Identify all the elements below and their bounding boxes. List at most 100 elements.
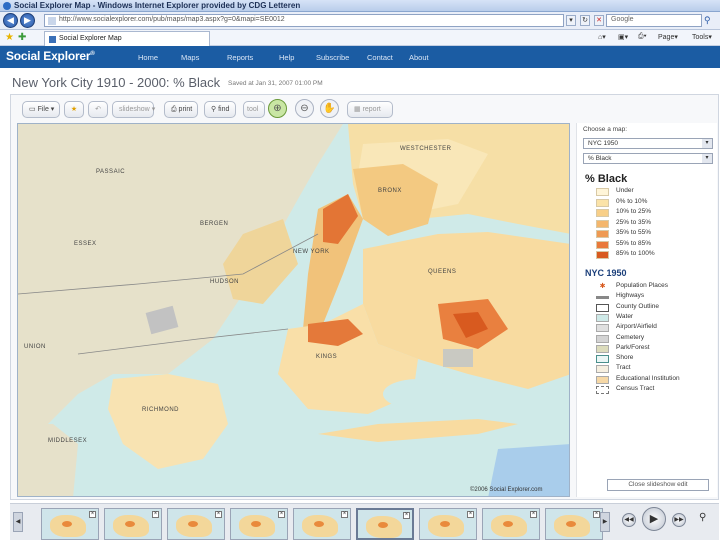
map-label-kings: KINGS	[316, 354, 338, 360]
nav-contact[interactable]: Contact	[367, 53, 393, 62]
find-button[interactable]: ⚲ find	[204, 101, 236, 118]
reference-swatch	[596, 296, 609, 300]
nav-maps[interactable]: Maps	[181, 53, 199, 62]
tab-label: Social Explorer Map	[59, 35, 122, 42]
reference-label: Highways	[616, 292, 645, 300]
reference-item: Educational Institution	[596, 375, 706, 385]
map-label-middlesex: MIDDLESEX	[48, 438, 88, 444]
address-text: http://www.socialexplorer.com/pub/maps/m…	[59, 16, 285, 23]
variable-select[interactable]: % Black ▾	[583, 153, 713, 164]
browser-tab[interactable]: Social Explorer Map	[44, 31, 210, 46]
pan-hand-icon[interactable]: ✋	[320, 99, 339, 118]
feeds-icon[interactable]: ▣▾	[618, 33, 628, 41]
remove-thumbnail-icon[interactable]: ×	[341, 511, 348, 518]
remove-thumbnail-icon[interactable]: ×	[89, 511, 96, 518]
reference-label: County Outline	[616, 302, 659, 310]
home-icon[interactable]: ⌂▾	[598, 33, 606, 41]
nav-about[interactable]: About	[409, 53, 429, 62]
zoom-in-icon[interactable]: ⊕	[268, 99, 287, 118]
map-label-westchester: WESTCHESTER	[400, 146, 452, 152]
reference-label: Shore	[616, 354, 634, 362]
slideshow-thumbnail[interactable]: ×	[482, 508, 540, 540]
tools-menu[interactable]: Tools▾	[692, 33, 712, 41]
undo-icon[interactable]: ↶	[88, 101, 108, 118]
slideshow-thumbnail[interactable]: ×	[545, 508, 603, 540]
fast-forward-icon[interactable]: ▶▶	[672, 513, 686, 527]
choose-map-label: Choose a map:	[583, 126, 628, 133]
legend-item: 0% to 10%	[596, 198, 706, 208]
page-menu[interactable]: Page▾	[658, 33, 678, 41]
legend-label: 35% to 55%	[616, 229, 652, 236]
thumbnail-hotspot	[314, 521, 324, 527]
reference-item: Shore	[596, 354, 706, 364]
reference-item: County Outline	[596, 303, 706, 313]
nav-help[interactable]: Help	[279, 53, 294, 62]
slideshow-thumbnail[interactable]: ×	[41, 508, 99, 540]
nav-home[interactable]: Home	[138, 53, 158, 62]
chevron-down-icon: ▾	[702, 154, 712, 163]
address-dropdown-icon[interactable]: ▾	[566, 15, 576, 26]
thumbnail-hotspot	[62, 521, 72, 527]
reference-label: Airport/Airfield	[616, 323, 657, 331]
reference-item: ✱ Population Places	[596, 282, 706, 292]
slideshow-thumbnail[interactable]: ×	[293, 508, 351, 540]
strip-left-arrow-icon[interactable]: ◀	[13, 512, 23, 532]
thumbnail-hotspot	[503, 521, 513, 527]
reference-item: Water	[596, 313, 706, 323]
reference-item: Cemetery	[596, 334, 706, 344]
slideshow-thumbnail[interactable]: ×	[104, 508, 162, 540]
site-logo[interactable]: Social Explorer®	[6, 49, 95, 63]
chevron-down-icon: ▾	[702, 139, 712, 148]
reference-item: Tract	[596, 364, 706, 374]
map-label-essex: ESSEX	[74, 241, 97, 247]
remove-thumbnail-icon[interactable]: ×	[152, 511, 159, 518]
remove-thumbnail-icon[interactable]: ×	[215, 511, 222, 518]
file-button[interactable]: ▭ File ▾	[22, 101, 60, 118]
year-select[interactable]: NYC 1950 ▾	[583, 138, 713, 149]
slideshow-thumbnail[interactable]: ×	[230, 508, 288, 540]
remove-thumbnail-icon[interactable]: ×	[403, 512, 410, 519]
stop-icon[interactable]: ✕	[594, 15, 604, 26]
remove-thumbnail-icon[interactable]: ×	[467, 511, 474, 518]
strip-right-arrow-icon[interactable]: ▶	[600, 512, 610, 532]
slideshow-button[interactable]: slideshow ▾	[112, 101, 155, 118]
ie-app-icon	[3, 2, 11, 10]
legend-label: 85% to 100%	[616, 250, 655, 257]
remove-thumbnail-icon[interactable]: ×	[593, 511, 600, 518]
back-arrow-icon[interactable]: ◀	[3, 13, 18, 28]
slideshow-thumbnail[interactable]: ×	[419, 508, 477, 540]
reference-swatch	[596, 386, 609, 394]
slideshow-thumbnail[interactable]: ×	[167, 508, 225, 540]
zoom-out-icon[interactable]: ⊖	[295, 99, 314, 118]
remove-thumbnail-icon[interactable]: ×	[530, 511, 537, 518]
close-slideshow-edit-button[interactable]: Close slideshow edit	[607, 479, 709, 491]
map-canvas[interactable]: WESTCHESTER PASSAIC BERGEN BRONX ESSEX N…	[17, 123, 570, 497]
reference-label: Population Places	[616, 282, 669, 289]
legend-swatch	[596, 209, 609, 217]
print-button[interactable]: ⎙ print	[164, 101, 198, 118]
slideshow-thumbnail[interactable]: ×	[356, 508, 414, 540]
play-icon[interactable]: ▶	[642, 507, 666, 531]
address-bar[interactable]: http://www.socialexplorer.com/pub/maps/m…	[44, 14, 564, 27]
search-icon[interactable]: ⚲	[704, 15, 716, 26]
legend-label: 0% to 10%	[616, 197, 648, 205]
refresh-icon[interactable]: ↻	[580, 15, 590, 26]
tool-button[interactable]: tool	[243, 101, 265, 118]
print-icon[interactable]: ⎙▾	[638, 33, 647, 41]
nav-subscribe[interactable]: Subscribe	[316, 53, 349, 62]
rewind-icon[interactable]: ◀◀	[622, 513, 636, 527]
map-label-richmond: RICHMOND	[142, 407, 179, 413]
save-star-icon[interactable]: ★	[64, 101, 84, 118]
remove-thumbnail-icon[interactable]: ×	[278, 511, 285, 518]
page-favicon-icon	[48, 17, 56, 25]
legend-swatch	[596, 240, 609, 249]
favorites-star-icon[interactable]: ★	[5, 32, 14, 43]
report-button[interactable]: ▦ report	[347, 101, 393, 118]
reference-swatch	[596, 324, 609, 333]
nav-reports[interactable]: Reports	[227, 53, 253, 62]
search-input[interactable]: Google	[606, 14, 702, 27]
add-favorite-icon[interactable]: ✚	[18, 32, 26, 43]
reference-title: NYC 1950	[585, 268, 627, 278]
forward-arrow-icon[interactable]: ▶	[20, 13, 35, 28]
person-icon[interactable]: ⚲	[699, 512, 706, 523]
